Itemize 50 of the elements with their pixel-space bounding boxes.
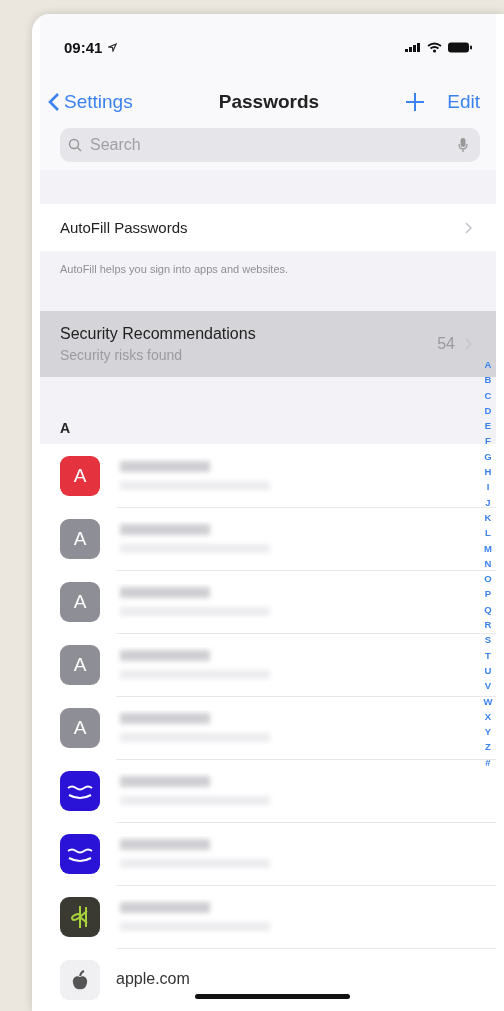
index-letter[interactable]: G <box>482 448 494 465</box>
search-bar[interactable]: Search <box>60 128 480 162</box>
monogram-icon: A <box>60 581 100 622</box>
index-letter[interactable]: O <box>482 571 494 587</box>
index-letter[interactable]: I <box>482 479 494 495</box>
index-letter[interactable]: A <box>482 357 494 373</box>
index-letter[interactable]: P <box>482 586 494 602</box>
index-letter[interactable]: T <box>482 647 494 663</box>
index-letter[interactable]: H <box>482 464 494 480</box>
index-letter[interactable]: K <box>482 509 494 526</box>
back-button[interactable]: Settings <box>48 91 133 113</box>
chevron-icon <box>465 221 472 234</box>
search-input[interactable]: Search <box>88 135 452 155</box>
index-letter[interactable]: F <box>482 433 494 449</box>
index-letter[interactable]: Q <box>482 601 494 618</box>
autofill-row[interactable]: AutoFill Passwords <box>40 204 496 252</box>
index-letter[interactable]: W <box>482 693 494 709</box>
index-letter[interactable]: R <box>482 617 494 633</box>
back-chevron-icon <box>48 92 60 112</box>
index-letter[interactable]: # <box>482 754 494 770</box>
index-letter[interactable]: U <box>482 662 494 679</box>
status-time: 09:41 <box>64 38 103 56</box>
microphone-icon <box>458 137 468 153</box>
index-letter[interactable]: L <box>482 525 494 541</box>
site-name: apple.com <box>116 970 190 988</box>
signal-icon <box>405 42 421 52</box>
monogram-icon: A <box>60 707 100 748</box>
index-letter[interactable]: S <box>482 632 494 648</box>
index-letter[interactable]: C <box>482 387 494 403</box>
monogram-icon: A <box>60 644 100 685</box>
battery-icon <box>448 41 472 53</box>
index-letter[interactable]: Z <box>482 739 494 755</box>
index-letter[interactable]: D <box>482 402 494 419</box>
index-letter[interactable]: E <box>482 418 494 434</box>
add-icon[interactable] <box>405 92 426 112</box>
wifi-icon <box>427 41 442 53</box>
section-header: A <box>60 420 71 436</box>
index-letter[interactable]: N <box>482 555 494 572</box>
edit-button[interactable]: Edit <box>447 91 480 113</box>
index-letter[interactable]: V <box>482 678 494 694</box>
index-letter[interactable]: J <box>482 494 494 510</box>
monogram-icon: A <box>60 455 100 496</box>
location-arrow-icon <box>108 42 118 52</box>
index-letter[interactable]: Y <box>482 724 494 740</box>
page-title: Passwords <box>218 91 320 113</box>
index-letter[interactable]: X <box>482 708 494 725</box>
monogram-icon: A <box>60 518 100 559</box>
index-letter[interactable]: M <box>482 540 494 556</box>
search-icon <box>68 138 82 152</box>
autofill-footer: AutoFill helps you sign into apps and websites. <box>40 251 496 311</box>
